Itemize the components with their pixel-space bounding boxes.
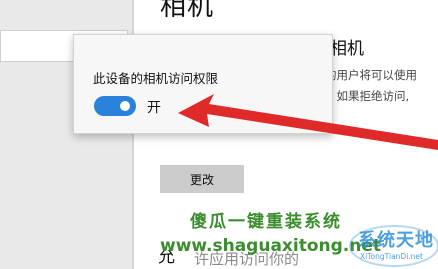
watermark-brand: 系统天地 <box>358 230 434 251</box>
watermark-brand-en: XiTongTianDi.net <box>360 252 423 261</box>
arrow-shape <box>178 94 438 150</box>
watermark-text: 傻瓜一键重装系统 <box>190 212 342 232</box>
